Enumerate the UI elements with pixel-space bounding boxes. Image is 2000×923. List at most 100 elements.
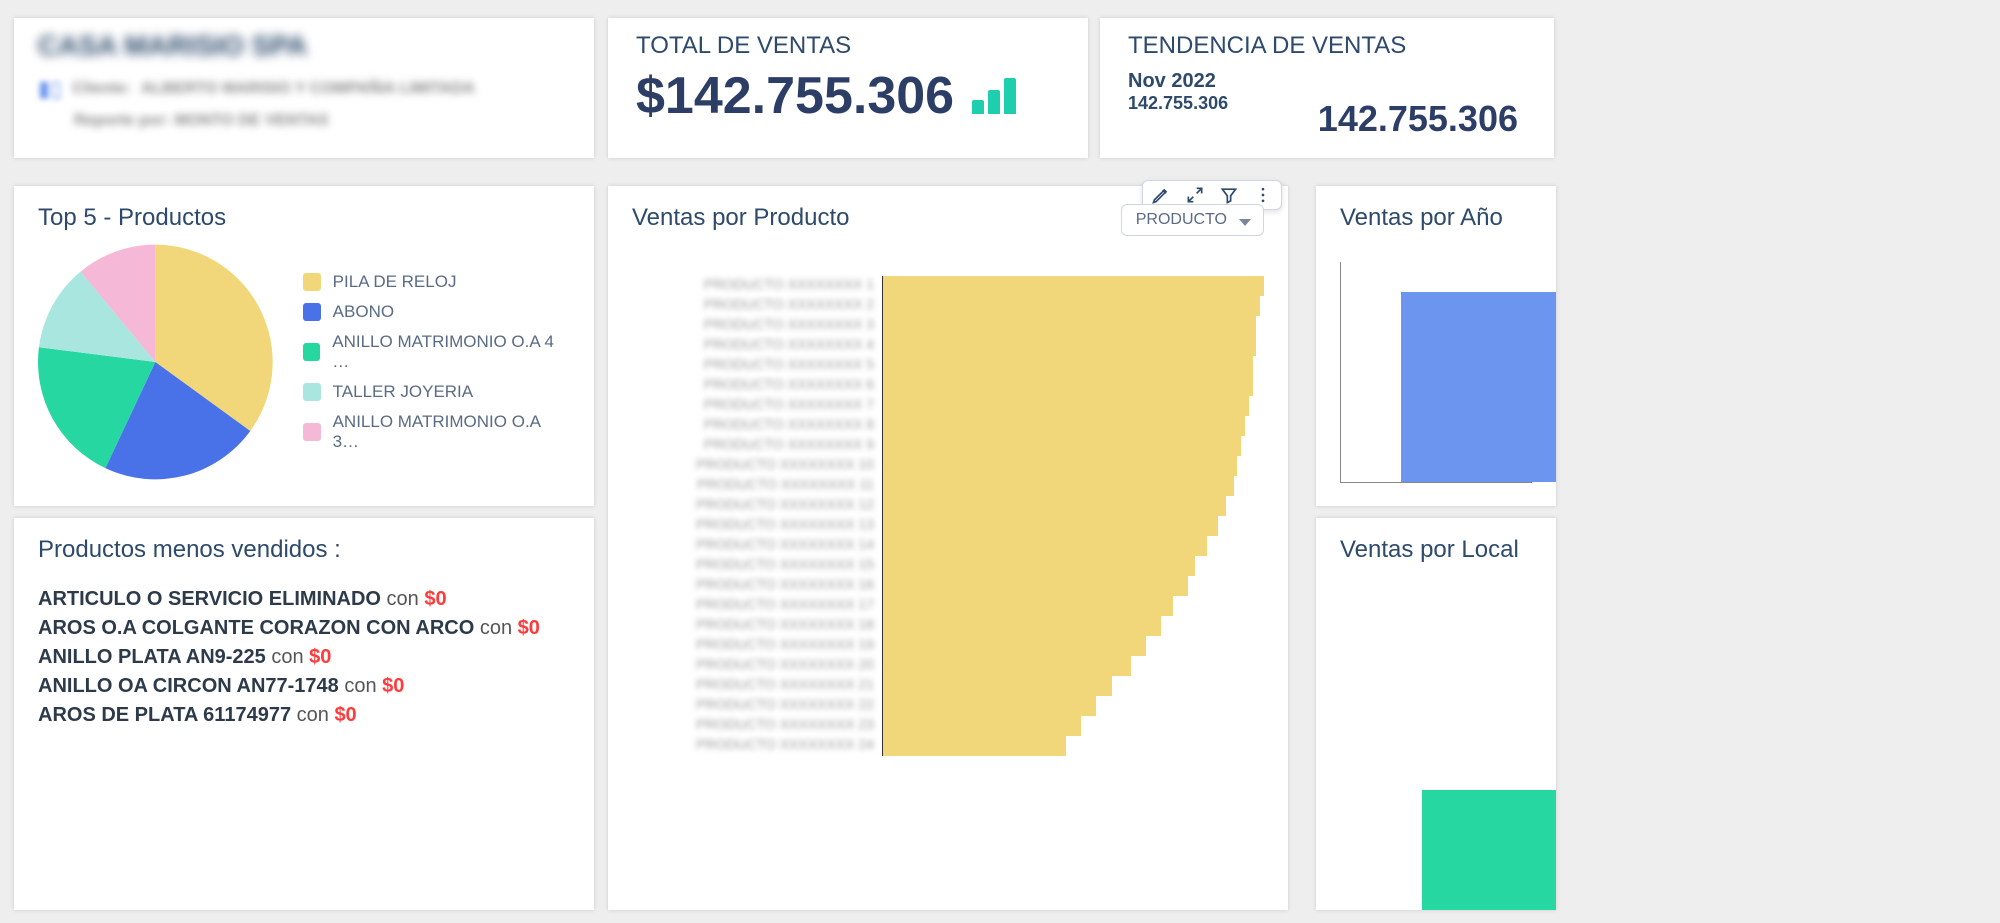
product-bar[interactable] [883, 736, 1066, 756]
edit-icon[interactable] [1151, 185, 1171, 205]
least-sold-row: AROS O.A COLGANTE CORAZON CON ARCO con $… [38, 617, 570, 640]
trend-period: Nov 2022 [1128, 70, 1526, 93]
legend-item[interactable]: ANILLO MATRIMONIO O.A 3… [303, 412, 570, 452]
least-amount: $0 [424, 588, 446, 610]
trend-title: TENDENCIA DE VENTAS [1128, 32, 1526, 60]
product-bar[interactable] [883, 296, 1260, 316]
product-bar-label: PRODUCTO XXXXXXXX 13 [632, 516, 882, 536]
product-bar[interactable] [883, 396, 1249, 416]
product-bar[interactable] [883, 416, 1245, 436]
client-value: ALBERTO MARISIO Y COMPAÑIA LIMITADA [141, 80, 475, 98]
sales-by-year-title: Ventas por Año [1340, 204, 1532, 232]
product-bar[interactable] [883, 476, 1234, 496]
sales-by-year-card: Ventas por Año [1316, 186, 1556, 506]
product-bar[interactable] [883, 576, 1188, 596]
least-sold-row: AROS DE PLATA 61174977 con $0 [38, 704, 570, 727]
sales-by-local-title: Ventas por Local [1340, 536, 1532, 564]
product-bar-label: PRODUCTO XXXXXXXX 1 [632, 276, 882, 296]
legend-item[interactable]: TALLER JOYERIA [303, 382, 570, 402]
product-bar-label: PRODUCTO XXXXXXXX 14 [632, 536, 882, 556]
least-product-name: ARTICULO O SERVICIO ELIMINADO [38, 588, 387, 610]
product-bar[interactable] [883, 436, 1241, 456]
least-con: con [271, 646, 309, 668]
least-product-name: AROS O.A COLGANTE CORAZON CON ARCO [38, 617, 480, 639]
expand-icon[interactable] [1185, 185, 1205, 205]
product-bar-label: PRODUCTO XXXXXXXX 4 [632, 336, 882, 356]
product-bar-label: PRODUCTO XXXXXXXX 10 [632, 456, 882, 476]
year-bar [1401, 292, 1556, 482]
least-amount: $0 [382, 675, 404, 697]
legend-swatch [303, 273, 321, 291]
product-bar[interactable] [883, 336, 1256, 356]
client-label: Cliente: [72, 80, 131, 98]
total-sales-card: TOTAL DE VENTAS $142.755.306 [608, 18, 1088, 158]
dropdown-value: PRODUCTO [1136, 211, 1227, 228]
product-bar-label: PRODUCTO XXXXXXXX 7 [632, 396, 882, 416]
product-bar[interactable] [883, 496, 1226, 516]
info-card: CASA MARISIO SPA ▮▯ Cliente: ALBERTO MAR… [14, 18, 594, 158]
legend-swatch [303, 343, 321, 361]
least-con: con [387, 588, 425, 610]
least-sold-row: ARTICULO O SERVICIO ELIMINADO con $0 [38, 588, 570, 611]
least-product-name: ANILLO OA CIRCON AN77-1748 [38, 675, 344, 697]
legend-label: PILA DE RELOJ [333, 272, 457, 292]
top5-legend: PILA DE RELOJ ABONO ANILLO MATRIMONIO O.A … [303, 262, 570, 462]
product-bar[interactable] [883, 516, 1218, 536]
least-con: con [344, 675, 382, 697]
trend-card: TENDENCIA DE VENTAS Nov 2022 142.755.306… [1100, 18, 1554, 158]
least-amount: $0 [334, 704, 356, 726]
local-bar [1422, 790, 1556, 910]
least-con: con [480, 617, 518, 639]
chart-icon: ▮▯ [38, 76, 62, 102]
legend-label: ANILLO MATRIMONIO O.A 4 … [332, 332, 570, 372]
legend-item[interactable]: ABONO [303, 302, 570, 322]
trend-big-value: 142.755.306 [1318, 98, 1518, 140]
legend-item[interactable]: ANILLO MATRIMONIO O.A 4 … [303, 332, 570, 372]
product-dropdown[interactable]: PRODUCTO [1121, 204, 1264, 236]
product-bar[interactable] [883, 356, 1253, 376]
product-bar-label: PRODUCTO XXXXXXXX 20 [632, 656, 882, 676]
total-sales-value: $142.755.306 [636, 66, 954, 126]
top5-pie-chart [38, 242, 273, 482]
product-bar[interactable] [883, 556, 1195, 576]
least-sold-row: ANILLO OA CIRCON AN77-1748 con $0 [38, 675, 570, 698]
sales-by-year-chart [1340, 262, 1532, 483]
product-bar[interactable] [883, 276, 1264, 296]
product-bar[interactable] [883, 696, 1096, 716]
sales-by-product-chart: PRODUCTO XXXXXXXX 1PRODUCTO XXXXXXXX 2 PR… [632, 276, 1264, 756]
product-bar[interactable] [883, 316, 1256, 336]
product-bar-label: PRODUCTO XXXXXXXX 15 [632, 556, 882, 576]
least-amount: $0 [518, 617, 540, 639]
product-bar[interactable] [883, 596, 1173, 616]
top5-title: Top 5 - Productos [38, 204, 570, 232]
least-sold-title: Productos menos vendidos : [38, 536, 570, 564]
product-bar-label: PRODUCTO XXXXXXXX 12 [632, 496, 882, 516]
sales-by-product-card: Ventas por Producto PRODUCTO PRODUCTO XX… [608, 186, 1288, 910]
least-sold-card: Productos menos vendidos : ARTICULO O SE… [14, 518, 594, 910]
filter-icon[interactable] [1219, 185, 1239, 205]
legend-item[interactable]: PILA DE RELOJ [303, 272, 570, 292]
product-bar-label: PRODUCTO XXXXXXXX 19 [632, 636, 882, 656]
product-bar[interactable] [883, 536, 1207, 556]
product-bar-label: PRODUCTO XXXXXXXX 6 [632, 376, 882, 396]
sales-by-local-card: Ventas por Local [1316, 518, 1556, 910]
product-bar[interactable] [883, 656, 1131, 676]
product-bar-label: PRODUCTO XXXXXXXX 21 [632, 676, 882, 696]
least-product-name: ANILLO PLATA AN9-225 [38, 646, 271, 668]
product-bar-label: PRODUCTO XXXXXXXX 22 [632, 696, 882, 716]
least-sold-row: ANILLO PLATA AN9-225 con $0 [38, 646, 570, 669]
product-bar[interactable] [883, 376, 1253, 396]
product-bar[interactable] [883, 716, 1081, 736]
least-con: con [297, 704, 335, 726]
product-bar-label: PRODUCTO XXXXXXXX 2 [632, 296, 882, 316]
product-bar-label: PRODUCTO XXXXXXXX 16 [632, 576, 882, 596]
product-bar[interactable] [883, 676, 1112, 696]
product-bar-label: PRODUCTO XXXXXXXX 9 [632, 436, 882, 456]
top5-card: Top 5 - Productos PILA DE RELOJ ABONO ANIL… [14, 186, 594, 506]
product-bar[interactable] [883, 616, 1161, 636]
legend-label: ANILLO MATRIMONIO O.A 3… [333, 412, 570, 452]
more-icon[interactable] [1253, 185, 1273, 205]
product-bar[interactable] [883, 456, 1237, 476]
product-bar-label: PRODUCTO XXXXXXXX 23 [632, 716, 882, 736]
product-bar[interactable] [883, 636, 1146, 656]
